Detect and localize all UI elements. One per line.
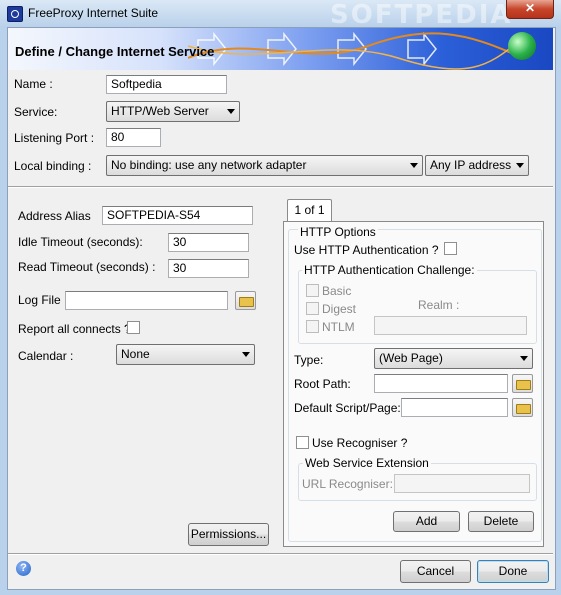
root-path-browse-folder-icon[interactable] [512, 374, 533, 393]
idle-timeout-label: Idle Timeout (seconds): [18, 235, 143, 249]
window-title: FreeProxy Internet Suite [28, 6, 159, 20]
help-icon[interactable]: ? [16, 561, 31, 576]
log-file-field[interactable] [65, 291, 228, 310]
type-label: Type: [294, 353, 324, 367]
close-button[interactable]: ✕ [506, 0, 554, 19]
report-connects-label: Report all connects ? [18, 322, 131, 336]
log-file-browse-folder-icon[interactable] [235, 291, 256, 310]
http-auth-checkbox[interactable] [444, 242, 457, 255]
done-button[interactable]: Done [477, 560, 549, 583]
url-recogniser-field[interactable] [394, 474, 530, 493]
ip-address-value: Any IP address [430, 158, 512, 172]
local-binding-select[interactable]: No binding: use any network adapter [106, 155, 423, 176]
ntlm-label: NTLM [322, 320, 355, 334]
permissions-button[interactable]: Permissions... [188, 523, 269, 546]
watermark: SOFTPEDIA [330, 0, 513, 30]
basic-checkbox[interactable] [306, 284, 319, 297]
read-timeout-label: Read Timeout (seconds) : [18, 260, 156, 274]
realm-label: Realm : [418, 298, 460, 312]
chevron-down-icon [520, 356, 528, 361]
service-label: Service: [14, 105, 58, 119]
log-file-label: Log File : [18, 293, 68, 307]
calendar-label: Calendar : [18, 349, 74, 363]
name-label: Name : [14, 77, 53, 91]
default-script-label: Default Script/Page: [294, 401, 401, 415]
listening-port-label: Listening Port : [14, 131, 95, 145]
use-recogniser-label: Use Recogniser ? [312, 436, 408, 450]
banner: Define / Change Internet Service [8, 28, 553, 70]
name-field[interactable]: Softpedia [106, 75, 227, 94]
listening-port-field[interactable]: 80 [106, 128, 161, 147]
service-select-value: HTTP/Web Server [111, 104, 209, 118]
service-select[interactable]: HTTP/Web Server [106, 101, 240, 122]
globe-icon [508, 32, 536, 60]
footer-separator [8, 553, 553, 555]
add-button[interactable]: Add [393, 511, 460, 532]
read-timeout-field[interactable]: 30 [168, 259, 249, 278]
ntlm-checkbox[interactable] [306, 320, 319, 333]
separator [8, 186, 553, 188]
auth-challenge-title: HTTP Authentication Challenge: [302, 263, 477, 277]
digest-label: Digest [322, 302, 357, 316]
use-recogniser-checkbox[interactable] [296, 436, 309, 449]
realm-field[interactable] [374, 316, 527, 335]
basic-label: Basic [322, 284, 352, 298]
local-binding-label: Local binding : [14, 159, 92, 173]
root-path-label: Root Path: [294, 377, 351, 391]
app-icon [7, 6, 23, 22]
type-select[interactable]: (Web Page) [374, 348, 533, 369]
root-path-field[interactable] [374, 374, 508, 393]
url-recogniser-label: URL Recogniser: [302, 477, 393, 491]
default-script-field[interactable] [401, 398, 508, 417]
report-connects-checkbox[interactable] [127, 321, 140, 334]
delete-button[interactable]: Delete [468, 511, 534, 532]
banner-arrows-icon [188, 31, 518, 70]
http-options-title: HTTP Options [298, 225, 378, 239]
tab-1-of-1[interactable]: 1 of 1 [287, 199, 332, 222]
idle-timeout-field[interactable]: 30 [168, 233, 249, 252]
calendar-select[interactable]: None [116, 344, 255, 365]
local-binding-value: No binding: use any network adapter [111, 158, 307, 172]
web-service-extension-title: Web Service Extension [303, 456, 431, 470]
banner-title: Define / Change Internet Service [15, 44, 215, 59]
chevron-down-icon [516, 163, 524, 168]
http-auth-label: Use HTTP Authentication ? [294, 243, 439, 257]
cancel-button[interactable]: Cancel [400, 560, 471, 583]
calendar-select-value: None [121, 347, 150, 361]
chevron-down-icon [242, 352, 250, 357]
ip-address-select[interactable]: Any IP address [425, 155, 529, 176]
default-script-browse-folder-icon[interactable] [512, 398, 533, 417]
address-alias-label: Address Alias [18, 209, 91, 223]
type-select-value: (Web Page) [379, 351, 443, 365]
chevron-down-icon [410, 163, 418, 168]
address-alias-field[interactable]: SOFTPEDIA-S54 [102, 206, 253, 225]
chevron-down-icon [227, 109, 235, 114]
digest-checkbox[interactable] [306, 302, 319, 315]
